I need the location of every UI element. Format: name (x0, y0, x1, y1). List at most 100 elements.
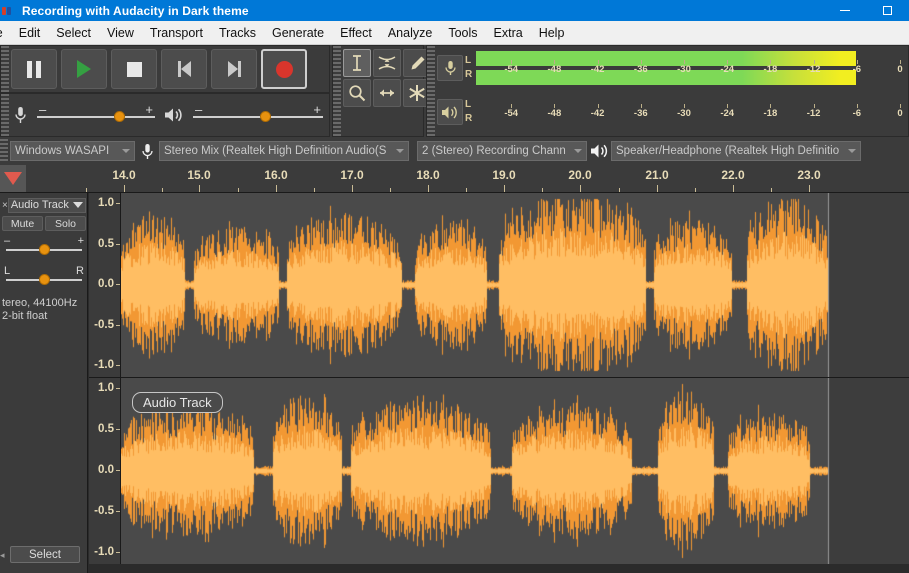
menu-view[interactable]: View (99, 24, 142, 42)
audio-host-value: Windows WASAPI (15, 145, 110, 157)
track-bitdepth-label: 2-bit float (2, 310, 48, 322)
recording-meter-grip[interactable] (427, 46, 435, 136)
vertical-ruler-label: 1.0 (98, 382, 114, 394)
record-icon (275, 60, 293, 78)
recording-device-mic-icon (135, 140, 159, 162)
vertical-ruler-label: 0.5 (98, 423, 114, 435)
menu-transport[interactable]: Transport (142, 24, 211, 42)
chevron-down-icon (848, 149, 856, 153)
timeline-ruler[interactable]: 14.0 15.0 16.0 17.0 18.0 19.0 20.0 21.0 22.0 23.0 (0, 165, 909, 193)
timeline-label: 23.0 (797, 168, 821, 182)
playback-meter[interactable]: L R -54 -48 -42 -36 -30 -24 -18 -12 -6 0 (435, 90, 908, 134)
vertical-ruler-label: -0.5 (94, 505, 114, 517)
vertical-ruler-channel-1: 1.0 0.5 0.0 -0.5 -1.0 (89, 193, 121, 377)
pan-slider[interactable]: L R (2, 265, 86, 287)
skip-to-start-icon (177, 61, 191, 77)
recording-meter-mic-icon[interactable] (437, 55, 463, 81)
playback-device-select[interactable]: Speaker/Headphone (Realtek High Definiti… (611, 141, 861, 161)
record-button[interactable] (261, 49, 307, 89)
tools-toolbar (332, 45, 431, 137)
audacity-window: Recording with Audacity in Dark theme le… (0, 0, 909, 573)
vertical-ruler-label: -1.0 (94, 359, 114, 371)
skip-to-end-icon (227, 61, 241, 77)
recording-device-select[interactable]: Stereo Mix (Realtek High Definition Audi… (159, 141, 409, 161)
selection-tool-button[interactable] (343, 49, 371, 77)
recording-volume-slider[interactable]: – + (37, 102, 155, 124)
track-control-panel: × Audio Track Mute Solo – + L R tereo, 4… (0, 193, 88, 573)
recording-meter[interactable]: L R -54 -48 -42 -36 -30 -24 -18 -12 -6 0 (435, 46, 908, 90)
menu-select[interactable]: Select (48, 24, 99, 42)
transport-toolbar-grip[interactable] (1, 46, 9, 92)
recording-meter-channel-labels: L R (465, 55, 473, 80)
playback-meter-body: -54 -48 -42 -36 -30 -24 -18 -12 -6 0 (476, 94, 908, 130)
device-toolbar-grip[interactable] (0, 139, 8, 163)
chevron-down-icon (122, 149, 130, 153)
recording-device-value: Stereo Mix (Realtek High Definition Audi… (164, 145, 387, 157)
waveform-channel-2[interactable] (121, 378, 909, 564)
vertical-ruler-label: 0.5 (98, 237, 114, 250)
track-select-button[interactable]: Select (10, 546, 80, 563)
menu-tools[interactable]: Tools (440, 24, 485, 42)
transport-toolbar (0, 45, 330, 93)
playback-device-speaker-icon (587, 140, 611, 162)
vertical-ruler-channel-2: 1.0 0.5 0.0 -0.5 -1.0 (89, 378, 121, 564)
pause-button[interactable] (11, 49, 57, 89)
time-shift-tool-button[interactable] (373, 79, 401, 107)
timeline-label: 14.0 (112, 168, 136, 182)
window-title: Recording with Audacity in Dark theme (22, 3, 249, 18)
playback-device-value: Speaker/Headphone (Realtek High Definiti… (616, 145, 840, 157)
track-name-label: Audio Track (10, 199, 69, 211)
mixer-toolbar-grip[interactable] (1, 94, 9, 136)
waveform-channel-1[interactable] (121, 193, 909, 377)
minimize-button[interactable] (823, 0, 866, 21)
menu-extra[interactable]: Extra (486, 24, 531, 42)
play-icon (77, 60, 91, 78)
tools-toolbar-grip[interactable] (333, 46, 341, 136)
skip-to-end-button[interactable] (211, 49, 257, 89)
playback-volume-slider[interactable]: – + (193, 102, 323, 124)
track-name-dropdown[interactable]: Audio Track (7, 197, 86, 213)
gain-slider[interactable]: – + (2, 235, 86, 257)
speaker-icon (161, 107, 187, 123)
timeline-label: 20.0 (568, 168, 592, 182)
zoom-tool-button[interactable] (343, 79, 371, 107)
recording-volume-minus: – (39, 102, 47, 117)
menu-tracks[interactable]: Tracks (211, 24, 264, 42)
timeline-label: 16.0 (264, 168, 288, 182)
chevron-down-icon (574, 149, 582, 153)
recording-volume-plus: + (145, 102, 153, 117)
chevron-down-icon (73, 202, 83, 208)
pan-right-label: R (76, 265, 84, 277)
stop-button[interactable] (111, 49, 157, 89)
device-toolbar: Windows WASAPI Stereo Mix (Realtek High … (0, 137, 909, 165)
gain-minus: – (4, 235, 11, 247)
recording-channels-select[interactable]: 2 (Stereo) Recording Chann (417, 141, 587, 161)
menu-analyze[interactable]: Analyze (380, 24, 440, 42)
vertical-ruler-label: 0.0 (98, 464, 114, 476)
playback-volume-plus: + (313, 102, 321, 117)
timeline-label: 19.0 (492, 168, 516, 182)
audacity-logo-icon (1, 4, 17, 18)
timeline-label: 21.0 (645, 168, 669, 182)
skip-to-start-button[interactable] (161, 49, 207, 89)
menu-generate[interactable]: Generate (264, 24, 332, 42)
recording-channels-value: 2 (Stereo) Recording Chann (422, 145, 566, 157)
timeline-label: 15.0 (187, 168, 211, 182)
vertical-ruler-label: 0.0 (98, 278, 114, 290)
play-button[interactable] (61, 49, 107, 89)
audio-host-select[interactable]: Windows WASAPI (10, 141, 135, 161)
track-resize-arrow-icon: ◂ (0, 550, 5, 560)
playback-meter-speaker-icon[interactable] (437, 99, 463, 125)
track-name-overlay: Audio Track (132, 392, 223, 413)
menu-edit[interactable]: Edit (11, 24, 49, 42)
menu-effect[interactable]: Effect (332, 24, 380, 42)
menu-help[interactable]: Help (531, 24, 573, 42)
timeline-label: 17.0 (340, 168, 364, 182)
solo-button[interactable]: Solo (45, 216, 86, 231)
envelope-tool-button[interactable] (373, 49, 401, 77)
pinned-play-head-button[interactable] (0, 165, 26, 192)
maximize-button[interactable] (866, 0, 909, 21)
menu-file[interactable]: le (0, 24, 11, 42)
mute-button[interactable]: Mute (2, 216, 43, 231)
track-area: × Audio Track Mute Solo – + L R tereo, 4… (0, 193, 909, 573)
